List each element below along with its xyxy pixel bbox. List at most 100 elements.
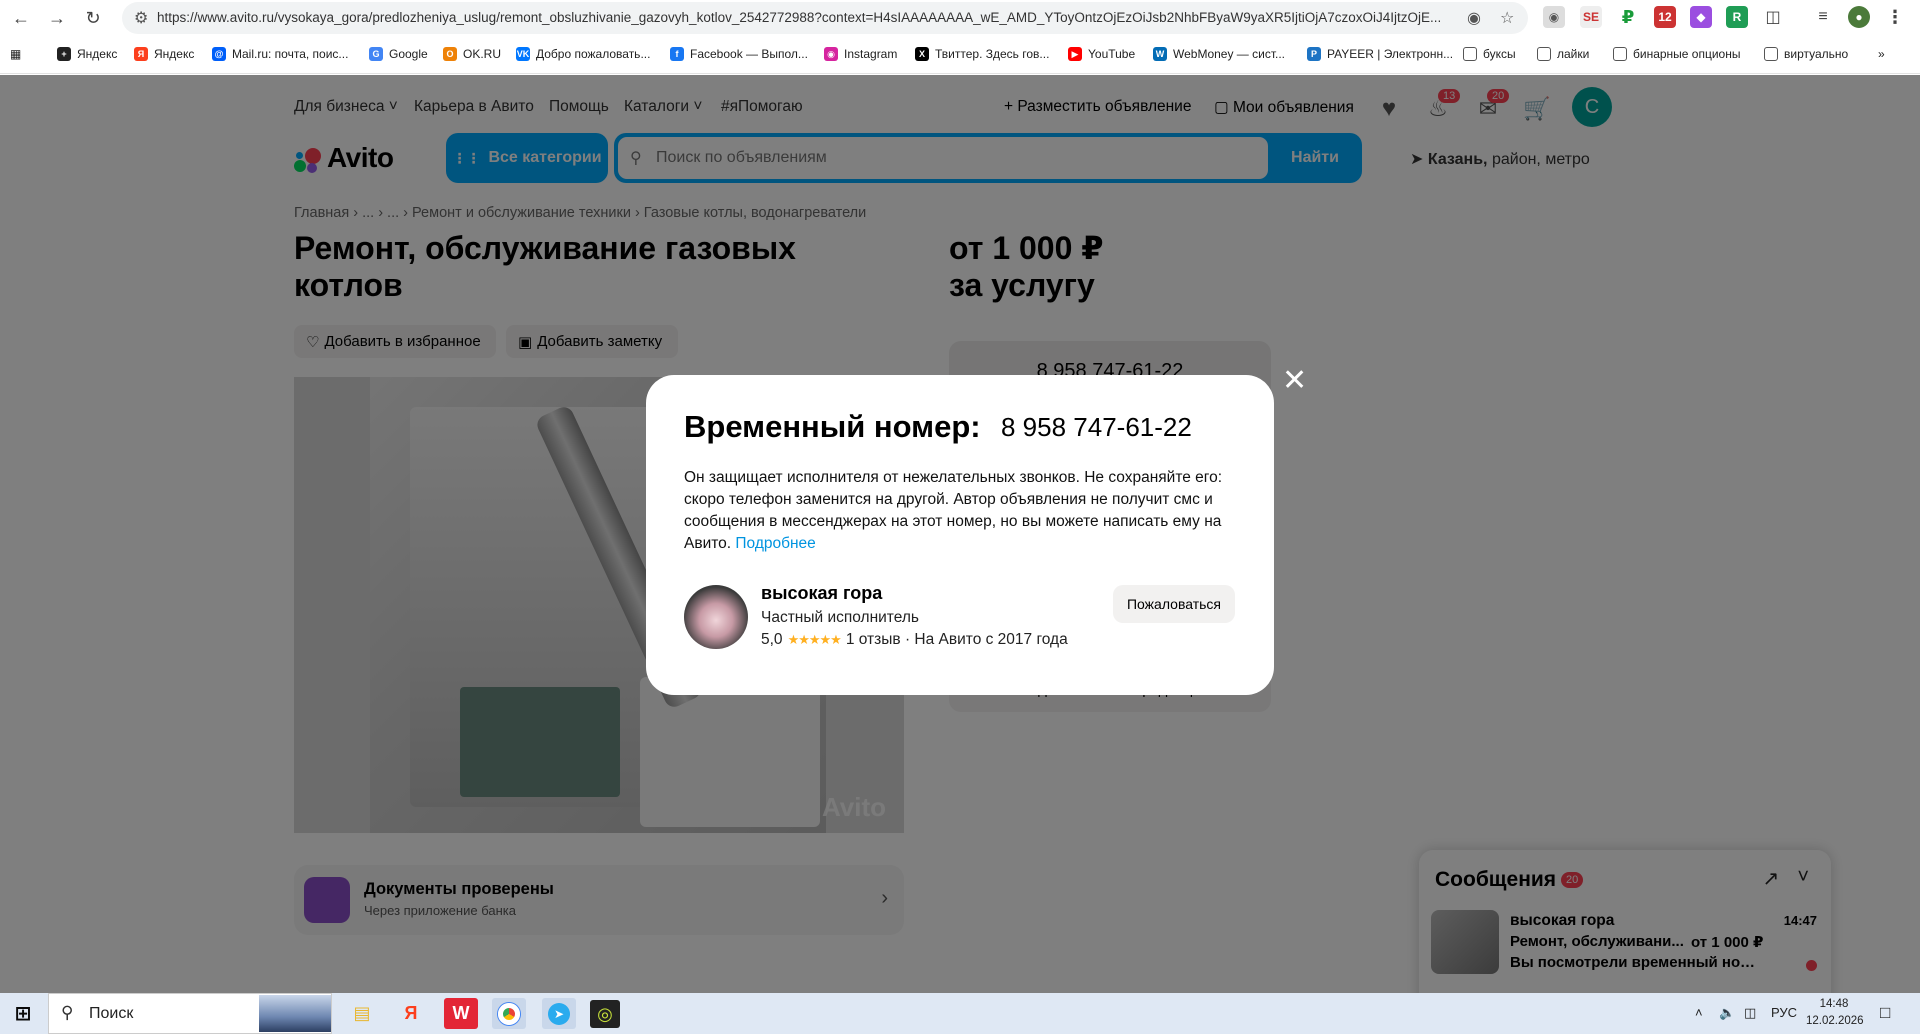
clock-date: 12.02.2026 xyxy=(1806,1015,1864,1027)
menu-kebab-icon[interactable]: ⋮ xyxy=(1884,6,1906,28)
mailru-icon: @ xyxy=(212,47,226,61)
seller-name[interactable]: высокая гора xyxy=(761,583,882,604)
member-since: · На Авито с 2017 года xyxy=(904,631,1068,648)
url-text: https://www.avito.ru/vysokaya_gora/predl… xyxy=(157,10,1442,25)
bookmark-label: WebMoney — сист... xyxy=(1173,47,1286,61)
bookmark-label: YouTube xyxy=(1088,47,1136,61)
bookmark-8[interactable]: X Твиттер. Здесь гов... xyxy=(915,44,1049,64)
bookmark-label: Mail.ru: почта, поис... xyxy=(232,47,349,61)
reload-icon[interactable]: ↻ xyxy=(80,5,106,31)
ruble-extension-icon[interactable]: ₽ xyxy=(1617,6,1639,28)
modal-description: Он защищает исполнителя от нежелательных… xyxy=(684,467,1244,555)
green-extension-icon[interactable]: R xyxy=(1726,6,1748,28)
bookmark-label: бинарные опционы xyxy=(1633,47,1741,61)
close-icon[interactable]: ✕ xyxy=(1282,366,1307,396)
bookmark-10[interactable]: W WebMoney — сист... xyxy=(1153,44,1285,64)
reading-list-icon[interactable]: ≡ xyxy=(1812,6,1834,28)
back-icon[interactable]: ← xyxy=(8,5,34,31)
facebook-icon: f xyxy=(670,47,684,61)
clock[interactable]: 14:48 12.02.2026 xyxy=(1806,996,1864,1030)
browser-chrome: ← → ↻ ⚙ https://www.avito.ru/vysokaya_go… xyxy=(0,0,1920,74)
translate-icon[interactable]: ◉ xyxy=(1543,6,1565,28)
seller-type: Частный исполнитель xyxy=(761,609,919,626)
puzzle-icon[interactable]: ◫ xyxy=(1762,6,1784,28)
bookmark-label: OK.RU xyxy=(463,47,502,61)
payeer-icon: P xyxy=(1307,47,1321,61)
bookmark-label: Добро пожаловать... xyxy=(536,47,651,61)
webmoney-icon: W xyxy=(1153,47,1167,61)
x-icon: X xyxy=(915,47,929,61)
bookmark-0[interactable]: + Яндекс xyxy=(57,44,117,64)
taskbar-search-label: Поиск xyxy=(89,1005,134,1022)
bookmarks-more-icon[interactable]: » xyxy=(1878,44,1885,64)
network-icon[interactable]: ◫ xyxy=(1744,1005,1756,1021)
modal-title: Временный номер: xyxy=(684,409,981,444)
forward-icon[interactable]: → xyxy=(44,5,70,31)
reviews-count[interactable]: 1 отзыв xyxy=(846,631,901,648)
yandex-browser-icon[interactable]: Я xyxy=(394,998,428,1029)
gem-extension-icon[interactable]: ◆ xyxy=(1690,6,1712,28)
bookmark-label: Яндекс xyxy=(77,47,118,61)
folder-icon xyxy=(1613,47,1627,61)
wps-office-icon[interactable]: W xyxy=(444,998,478,1029)
rating-value: 5,0 xyxy=(761,631,783,648)
more-link[interactable]: Подробнее xyxy=(735,535,815,552)
file-explorer-icon[interactable]: ▤ xyxy=(345,998,379,1029)
bookmark-label: Instagram xyxy=(844,47,898,61)
seller-avatar[interactable] xyxy=(684,585,748,649)
address-bar[interactable]: ⚙ https://www.avito.ru/vysokaya_gora/pre… xyxy=(122,2,1528,34)
bookmark-2[interactable]: @ Mail.ru: почта, поис... xyxy=(212,44,348,64)
windows-start-icon[interactable]: ⊞ xyxy=(6,998,40,1029)
bookmark-label: виртуально xyxy=(1784,47,1849,61)
site-info-icon[interactable]: ⚙ xyxy=(134,8,148,28)
bookmark-label: Яндекс xyxy=(154,47,195,61)
chrome-logo xyxy=(498,1002,520,1025)
bookmark-3[interactable]: G Google xyxy=(369,44,428,64)
instagram-icon: ◉ xyxy=(824,47,838,61)
search-icon: ⚲ xyxy=(61,1003,74,1022)
bookmark-6[interactable]: f Facebook — Выпол... xyxy=(670,44,808,64)
telegram-icon[interactable]: ➤ xyxy=(542,998,576,1029)
bookmark-11[interactable]: P PAYEER | Электронн... xyxy=(1307,44,1453,64)
bookmark-14[interactable]: бинарные опционы xyxy=(1613,44,1740,64)
bookmark-9[interactable]: ▶ YouTube xyxy=(1068,44,1135,64)
tracking-icon[interactable]: ◉ xyxy=(1467,8,1481,28)
language-indicator[interactable]: РУС xyxy=(1771,1005,1797,1020)
bookmark-15[interactable]: виртуально xyxy=(1764,44,1848,64)
bookmark-label: PAYEER | Электронн... xyxy=(1327,47,1454,61)
notification-center-icon[interactable]: □ xyxy=(1880,1003,1890,1023)
bookmark-star-icon[interactable]: ☆ xyxy=(1500,8,1514,28)
folder-icon xyxy=(1537,47,1551,61)
bookmark-label: Facebook — Выпол... xyxy=(690,47,808,61)
bookmark-12[interactable]: буксы xyxy=(1463,44,1516,64)
bookmark-label: Google xyxy=(389,47,428,61)
yandex-plus-icon: + xyxy=(57,47,71,61)
temporary-phone-number[interactable]: 8 958 747-61-22 xyxy=(1001,412,1192,443)
calendar-extension-icon[interactable]: 12 xyxy=(1654,6,1676,28)
bookmark-1[interactable]: Я Яндекс xyxy=(134,44,194,64)
apps-grid-icon[interactable]: ▦ xyxy=(10,44,21,64)
profile-icon[interactable]: ● xyxy=(1848,6,1870,28)
bookmarks-bar: ▦ + Яндекс Я Яндекс @ Mail.ru: почта, поис.… xyxy=(0,42,1920,66)
yandex-icon: Я xyxy=(134,47,148,61)
bookmark-4[interactable]: О OK.RU xyxy=(443,44,501,64)
taskbar-search[interactable]: ⚲ Поиск xyxy=(48,993,332,1034)
bookmark-7[interactable]: ◉ Instagram xyxy=(824,44,897,64)
tray-chevron-up-icon[interactable]: ˄ xyxy=(1695,1005,1703,1020)
folder-icon xyxy=(1463,47,1477,61)
rating-stars-icon: ★★★★★ xyxy=(787,632,842,647)
youtube-icon: ▶ xyxy=(1068,47,1082,61)
ok-icon: О xyxy=(443,47,457,61)
bookmark-13[interactable]: лайки xyxy=(1537,44,1589,64)
windows-taskbar: ⊞ ⚲ Поиск ▤ Я W ➤ ◎ ˄ 🔈 ◫ РУС 14:48 12.0… xyxy=(0,993,1920,1034)
bookmark-label: Твиттер. Здесь гов... xyxy=(935,47,1050,61)
report-button[interactable]: Пожаловаться xyxy=(1113,585,1235,623)
bookmark-5[interactable]: VK Добро пожаловать... xyxy=(516,44,650,64)
google-icon: G xyxy=(369,47,383,61)
chrome-icon[interactable] xyxy=(492,998,526,1029)
extension-icon[interactable]: SE xyxy=(1580,6,1602,28)
temporary-number-modal: Временный номер: 8 958 747-61-22 Он защи… xyxy=(646,375,1274,695)
app-icon[interactable]: ◎ xyxy=(590,1000,620,1028)
vk-icon: VK xyxy=(516,47,530,61)
volume-icon[interactable]: 🔈 xyxy=(1719,1005,1735,1021)
